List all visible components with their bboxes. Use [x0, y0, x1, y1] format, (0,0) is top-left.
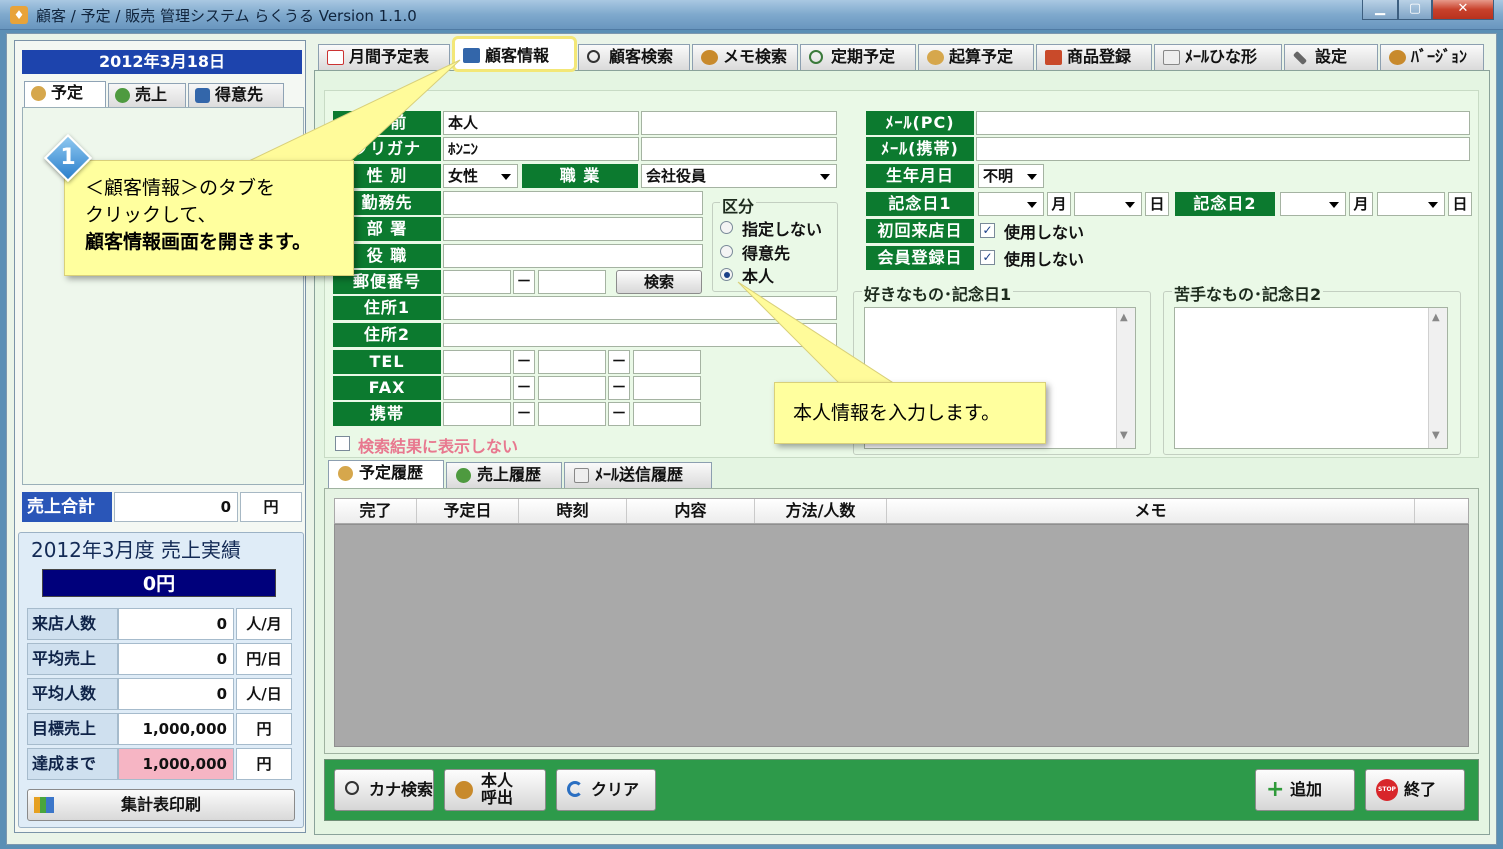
callout2-pointer — [737, 281, 897, 385]
callout-step1: ＜顧客情報＞のタブを クリックして、 顧客情報画面を開きます。 — [64, 160, 354, 276]
step-number: 1 — [60, 145, 76, 170]
callout-pointers — [228, 59, 897, 385]
callout-step2: 本人情報を入力します。 — [774, 382, 1046, 444]
